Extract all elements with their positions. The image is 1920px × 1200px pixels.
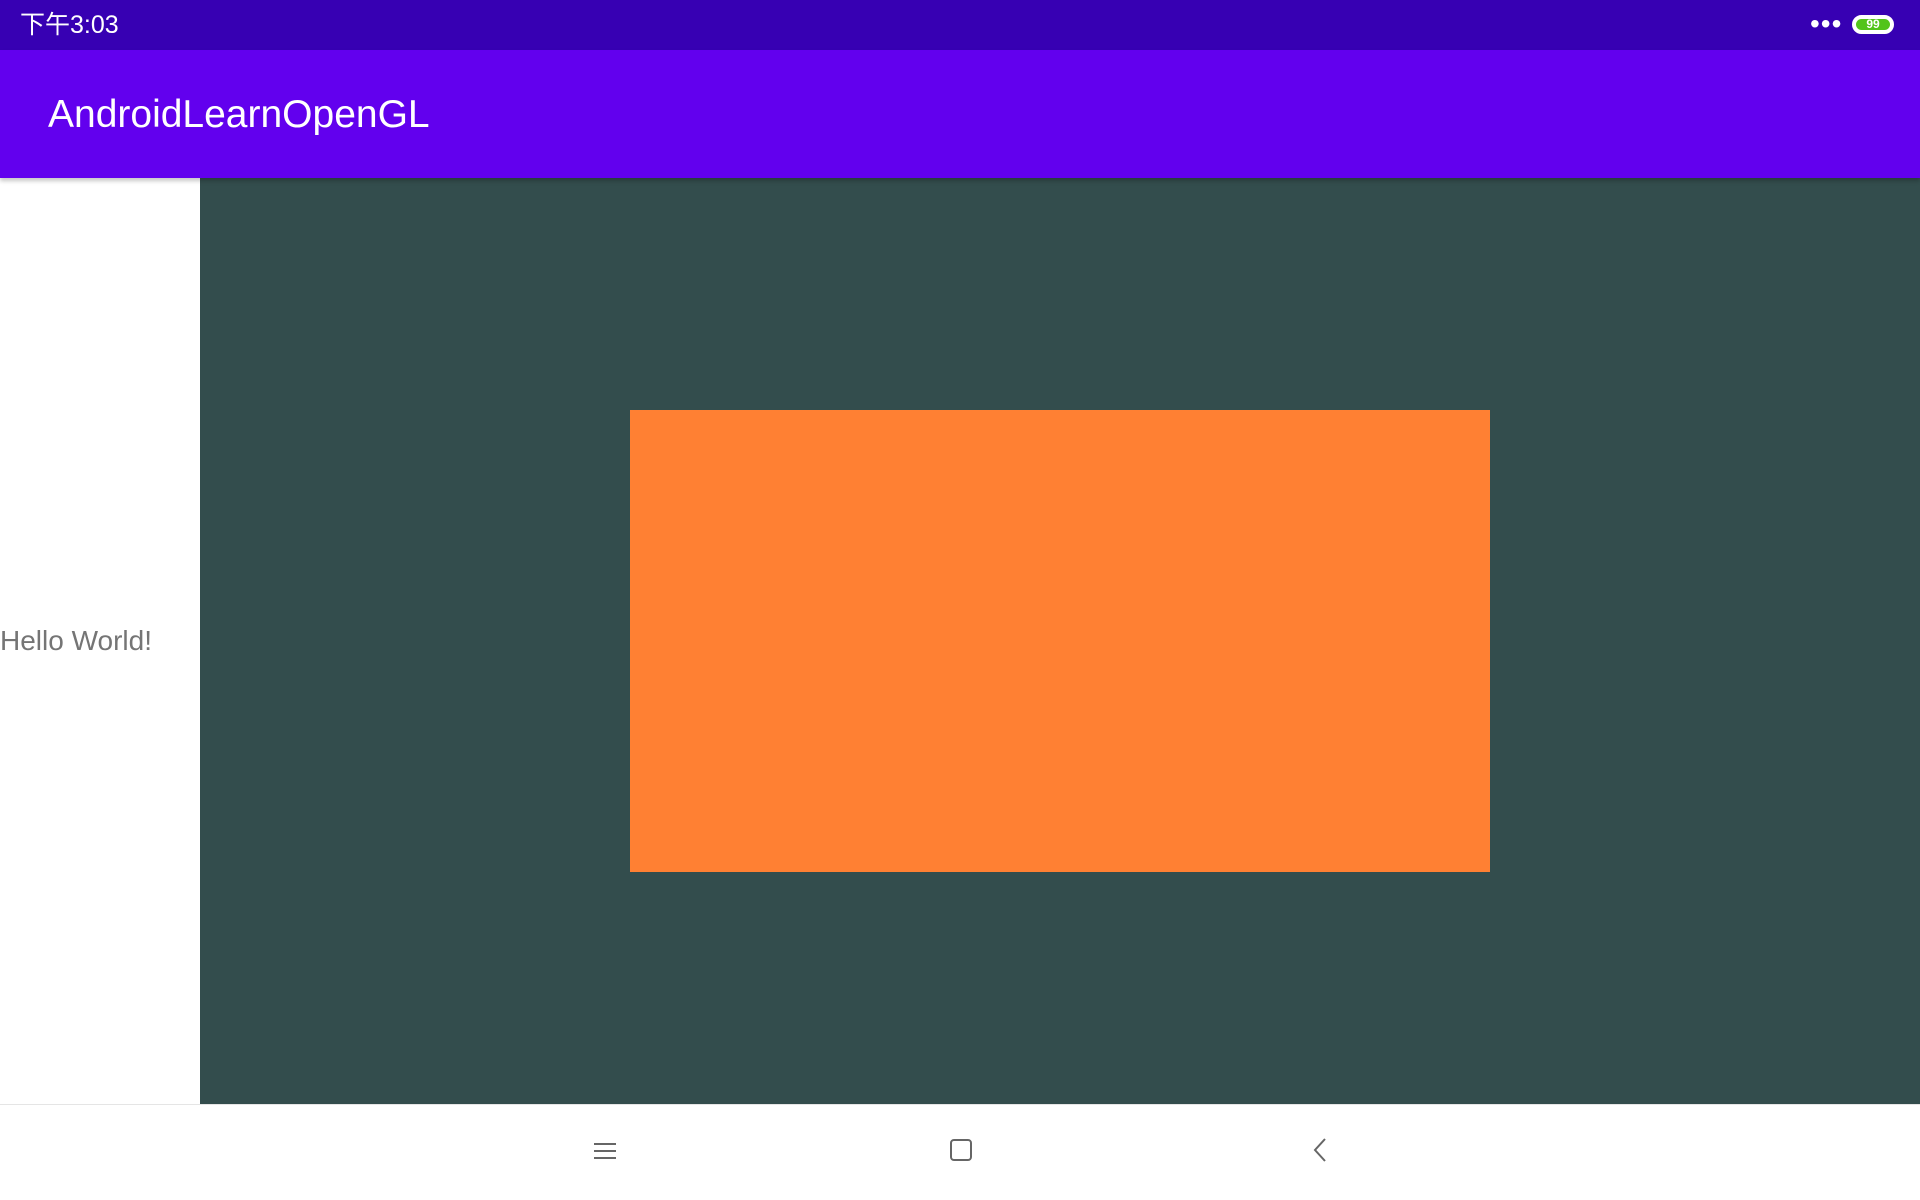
app-title: AndroidLearnOpenGL (48, 93, 430, 136)
rendered-rectangle (630, 410, 1490, 872)
recent-apps-button[interactable] (590, 1135, 620, 1165)
status-time: 下午3:03 (20, 11, 119, 39)
opengl-surface-view[interactable] (200, 178, 1920, 1104)
status-bar: 下午3:03 ••• 99 (0, 0, 1920, 50)
more-notifications-icon: ••• (1810, 8, 1843, 39)
battery-icon: 99 (1852, 15, 1894, 34)
navigation-bar (0, 1104, 1920, 1200)
app-bar: AndroidLearnOpenGL (0, 50, 1920, 178)
back-button[interactable] (1306, 1135, 1336, 1165)
main-content: Hello World! (0, 178, 1920, 1104)
square-icon (950, 1139, 972, 1161)
battery-level: 99 (1856, 18, 1890, 30)
chevron-left-icon (1313, 1138, 1326, 1162)
menu-icon (594, 1143, 616, 1159)
home-button[interactable] (946, 1135, 976, 1165)
hello-world-text: Hello World! (0, 625, 152, 656)
